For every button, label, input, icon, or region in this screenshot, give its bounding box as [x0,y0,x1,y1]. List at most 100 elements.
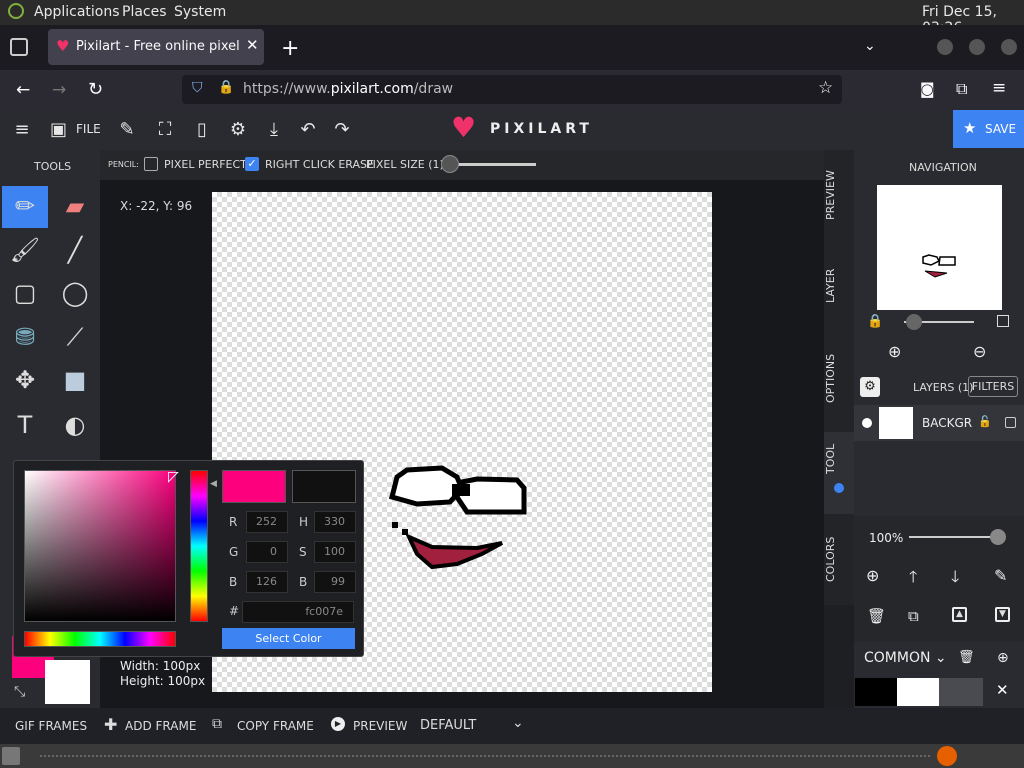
save-button[interactable]: ★ SAVE [953,110,1024,148]
layer-row[interactable]: BACKGROUND 🔓 [854,405,1024,441]
redo-icon[interactable]: ↷ [330,118,354,142]
edit-layer-icon[interactable]: ✎ [994,566,1007,585]
frame-mode-chevron-icon[interactable]: ⌄ [512,715,524,731]
pixel-size-slider-track[interactable] [450,163,536,166]
preview-button[interactable]: PREVIEW [353,719,407,733]
add-frame-icon[interactable]: ✚ [104,715,117,734]
fullscreen-icon[interactable] [997,315,1009,327]
add-layer-icon[interactable]: ⊕ [866,566,879,585]
bookmark-star-icon[interactable]: ☆ [818,78,833,98]
os-menu-applications[interactable]: Applications [34,4,120,20]
firefox-taskbar-icon[interactable] [937,746,957,766]
eraser-tool-icon[interactable]: ▰ [53,186,97,226]
hamburger-menu-icon[interactable]: ≡ [10,118,34,142]
pixel-perfect-checkbox[interactable] [144,157,158,171]
pencil-tool-icon[interactable]: ✏ [2,186,48,228]
zoom-in-icon[interactable]: ⊕ [888,342,901,361]
new-file-icon[interactable]: ▯ [190,118,214,142]
show-desktop-icon[interactable] [2,747,20,765]
secondary-color-swatch[interactable] [45,660,90,704]
copy-frame-icon[interactable]: ⧉ [212,716,222,732]
delete-layer-icon[interactable]: 🗑 [867,607,886,625]
play-preview-icon[interactable]: ▶ [331,717,345,731]
duplicate-layer-icon[interactable]: ⧉ [908,607,919,625]
download-icon[interactable]: ⤓ [262,118,286,142]
add-palette-icon[interactable]: ⊕ [997,650,1009,666]
palette-swatch-white[interactable] [897,678,939,706]
pixel-size-slider-handle[interactable] [441,155,459,173]
swap-colors-icon[interactable]: ⤡ [14,684,25,700]
select-color-button[interactable]: Select Color [222,628,355,649]
app-menu-icon[interactable]: ≡ [992,78,1006,98]
opacity-slider-track[interactable] [909,536,997,538]
hex-input[interactable]: fc007e [242,601,354,623]
navigation-preview[interactable] [877,185,1002,310]
list-tabs-chevron-icon[interactable]: ⌄ [864,38,876,54]
delete-palette-icon[interactable]: 🗑 [958,650,975,665]
resize-icon[interactable]: ⛶ [153,118,177,142]
bucket-tool-icon[interactable]: ⛃ [3,317,47,357]
color-spectrum-bar[interactable] [24,631,176,647]
copy-frame-button[interactable]: COPY FRAME [237,719,314,733]
close-tab-icon[interactable]: ✕ [246,36,259,54]
lighten-tool-icon[interactable]: ◐ [53,405,97,445]
hue-slider[interactable] [190,470,208,622]
file-menu-button[interactable]: FILE [76,122,101,136]
merge-up-icon[interactable]: ▲ [952,607,967,622]
move-tool-icon[interactable]: ✥ [3,360,47,400]
close-palette-icon[interactable]: ✕ [996,681,1009,699]
saturation-value-area[interactable] [24,470,176,622]
settings-gear-icon[interactable]: ⚙ [226,118,250,142]
palette-swatch-gray[interactable] [939,678,983,706]
new-tab-icon[interactable]: + [281,36,299,61]
layer-settings-gear-icon[interactable]: ⚙ [860,377,880,397]
merge-down-icon[interactable]: ▼ [995,607,1010,622]
right-click-erase-checkbox[interactable]: ✓ [245,157,259,171]
image-icon[interactable]: ▣ [50,118,67,142]
back-icon[interactable]: ← [16,80,30,100]
r-input[interactable]: 252 [246,511,288,533]
brightness-input[interactable]: 99 [314,571,356,593]
tab-overview-icon[interactable] [10,38,28,56]
layer-lock-icon[interactable]: 🔓 [978,415,992,428]
layer-visibility-icon[interactable] [862,418,872,428]
filters-button[interactable]: FILTERS [968,376,1018,397]
g-input[interactable]: 0 [246,541,288,563]
zoom-out-icon[interactable]: ⊖ [973,342,986,361]
brush-tool-icon[interactable]: 🖌 [3,230,47,270]
palette-select[interactable]: COMMON ⌄ [864,650,947,666]
extensions-icon[interactable]: ⧉ [956,79,967,99]
tab-layer[interactable]: LAYER [824,268,854,304]
pocket-icon[interactable]: ◙ [920,80,935,98]
h-input[interactable]: 330 [314,511,356,533]
palette-swatch-black[interactable] [855,678,897,706]
minimize-icon[interactable] [937,39,953,55]
eyedropper-icon[interactable]: ✎ [115,118,139,142]
url-bar[interactable]: ⛉ 🔒 https://www.pixilart.com/draw ☆ [182,75,842,104]
undo-icon[interactable]: ↶ [296,118,320,142]
rectangle-tool-icon[interactable]: ▢ [3,273,47,313]
os-menu-system[interactable]: System [174,4,226,20]
window-close-icon[interactable] [1001,39,1017,55]
maximize-icon[interactable] [969,39,985,55]
browser-tab[interactable]: ♥ Pixilart - Free online pixel ar ✕ [48,29,264,65]
add-frame-button[interactable]: ADD FRAME [125,719,196,733]
line-tool-icon[interactable]: ╱ [53,230,97,270]
frame-mode-select[interactable]: DEFAULT [420,718,476,733]
os-menu-places[interactable]: Places [122,4,167,20]
select-tool-icon[interactable]: ■ [53,360,97,400]
color-picker-tool-icon[interactable]: ⟋ [53,317,97,357]
s-input[interactable]: 100 [314,541,356,563]
move-layer-down-icon[interactable]: 🡓 [951,566,959,593]
layer-select-checkbox[interactable] [1005,417,1016,428]
b-input[interactable]: 126 [246,571,288,593]
opacity-slider-handle[interactable] [990,529,1006,545]
text-tool-icon[interactable]: T [3,405,47,445]
tab-preview[interactable]: PREVIEW [824,170,854,220]
tab-tool[interactable]: TOOL [824,444,854,474]
nav-zoom-slider-handle[interactable] [906,314,922,330]
lock-icon[interactable]: 🔒 [867,314,883,329]
circle-tool-icon[interactable]: ◯ [53,273,97,313]
tab-colors[interactable]: COLORS [824,536,854,582]
forward-icon[interactable]: → [52,80,66,100]
